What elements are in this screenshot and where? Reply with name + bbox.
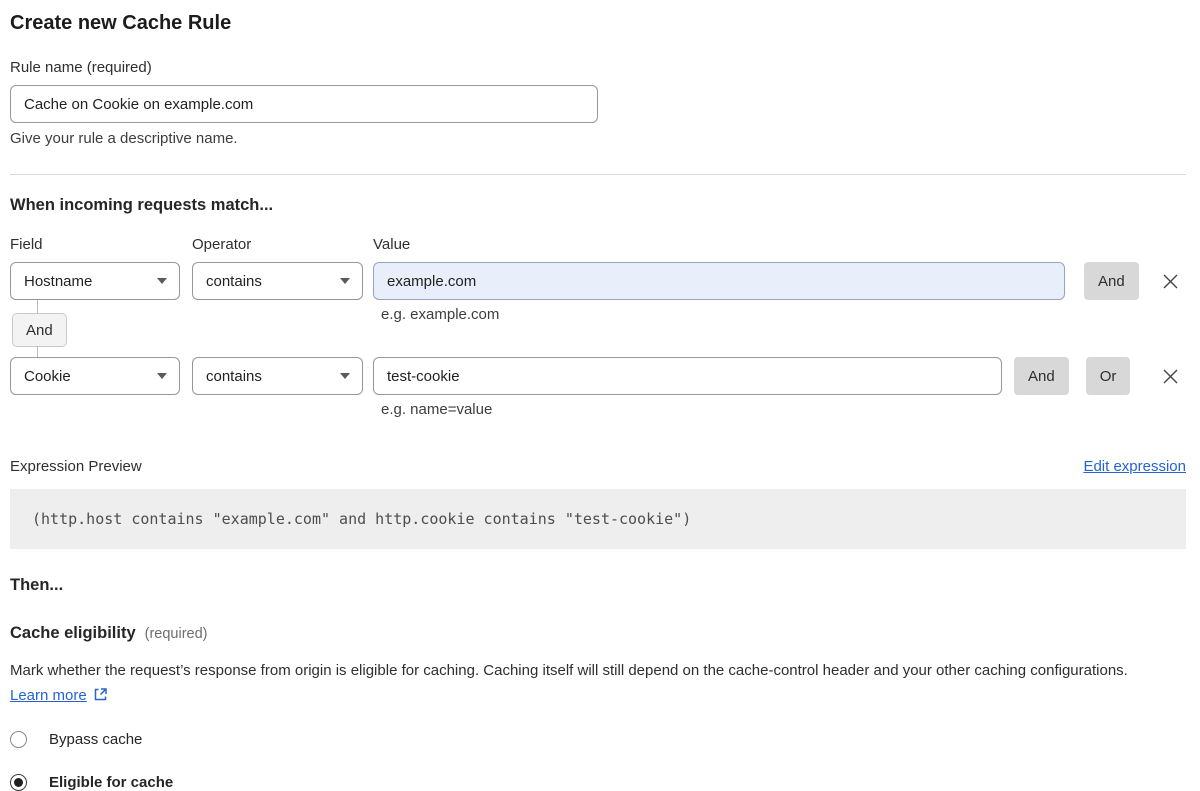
match-heading: When incoming requests match... bbox=[10, 195, 1186, 216]
radio-bypass-cache[interactable]: Bypass cache bbox=[10, 731, 1186, 748]
operator-select-1-value: contains bbox=[206, 273, 262, 290]
and-button-row-1[interactable]: And bbox=[1084, 262, 1139, 300]
create-cache-rule-page: Create new Cache Rule Rule name (require… bbox=[0, 0, 1200, 791]
operator-select-1[interactable]: contains bbox=[192, 262, 363, 300]
chevron-down-icon bbox=[157, 278, 167, 284]
radio-bypass-cache-label: Bypass cache bbox=[49, 731, 142, 748]
radio-circle-icon bbox=[10, 774, 27, 791]
cache-eligibility-heading-row: Cache eligibility (required) bbox=[10, 623, 1186, 644]
operator-select-2-value: contains bbox=[206, 368, 262, 385]
chevron-down-icon bbox=[340, 278, 350, 284]
field-column-label: Field bbox=[10, 236, 192, 254]
value-column-label: Value bbox=[373, 236, 410, 254]
expression-preview-label: Expression Preview bbox=[10, 458, 142, 476]
close-icon bbox=[1161, 272, 1180, 291]
condition-row-1: Hostname contains And e.g. example.com bbox=[10, 262, 1186, 300]
page-title: Create new Cache Rule bbox=[10, 10, 1186, 36]
cache-eligibility-description: Mark whether the request’s response from… bbox=[10, 658, 1165, 710]
expression-header: Expression Preview Edit expression bbox=[10, 458, 1186, 476]
value-hint-2: e.g. name=value bbox=[381, 401, 492, 419]
value-input-2[interactable] bbox=[373, 357, 1002, 395]
close-icon bbox=[1161, 367, 1180, 386]
connector-line bbox=[37, 300, 38, 313]
expression-code-text: (http.host contains "example.com" and ht… bbox=[32, 510, 691, 528]
connector-line bbox=[37, 347, 38, 357]
external-link-icon bbox=[93, 685, 108, 710]
then-heading: Then... bbox=[10, 575, 1186, 596]
condition-connector: And bbox=[10, 300, 1186, 357]
condition-row-2: Cookie contains And Or e.g. name=value bbox=[10, 357, 1186, 395]
cache-eligibility-heading: Cache eligibility bbox=[10, 623, 136, 644]
operator-column-label: Operator bbox=[192, 236, 373, 254]
operator-select-2[interactable]: contains bbox=[192, 357, 363, 395]
field-select-2-value: Cookie bbox=[24, 368, 71, 385]
remove-condition-button-1[interactable] bbox=[1161, 272, 1180, 291]
field-select-2[interactable]: Cookie bbox=[10, 357, 180, 395]
learn-more-link[interactable]: Learn more bbox=[10, 687, 87, 704]
rule-name-input[interactable] bbox=[10, 85, 598, 123]
connector-and-button[interactable]: And bbox=[12, 313, 67, 347]
chevron-down-icon bbox=[157, 373, 167, 379]
radio-eligible-for-cache[interactable]: Eligible for cache bbox=[10, 774, 1186, 791]
radio-eligible-for-cache-label: Eligible for cache bbox=[49, 774, 173, 791]
description-text: Mark whether the request’s response from… bbox=[10, 662, 1128, 679]
builder-column-labels: Field Operator Value bbox=[10, 236, 1186, 254]
remove-condition-button-2[interactable] bbox=[1161, 367, 1180, 386]
radio-circle-icon bbox=[10, 731, 27, 748]
chevron-down-icon bbox=[340, 373, 350, 379]
required-tag: (required) bbox=[145, 626, 208, 642]
or-button-row-2[interactable]: Or bbox=[1086, 357, 1131, 395]
and-button-row-2[interactable]: And bbox=[1014, 357, 1069, 395]
edit-expression-link[interactable]: Edit expression bbox=[1083, 458, 1186, 475]
rule-name-label: Rule name (required) bbox=[10, 59, 1186, 77]
rule-name-helper: Give your rule a descriptive name. bbox=[10, 130, 1186, 148]
field-select-1[interactable]: Hostname bbox=[10, 262, 180, 300]
value-input-1[interactable] bbox=[373, 262, 1065, 300]
section-divider bbox=[10, 174, 1186, 175]
field-select-1-value: Hostname bbox=[24, 273, 92, 290]
expression-preview-code: (http.host contains "example.com" and ht… bbox=[10, 489, 1186, 549]
